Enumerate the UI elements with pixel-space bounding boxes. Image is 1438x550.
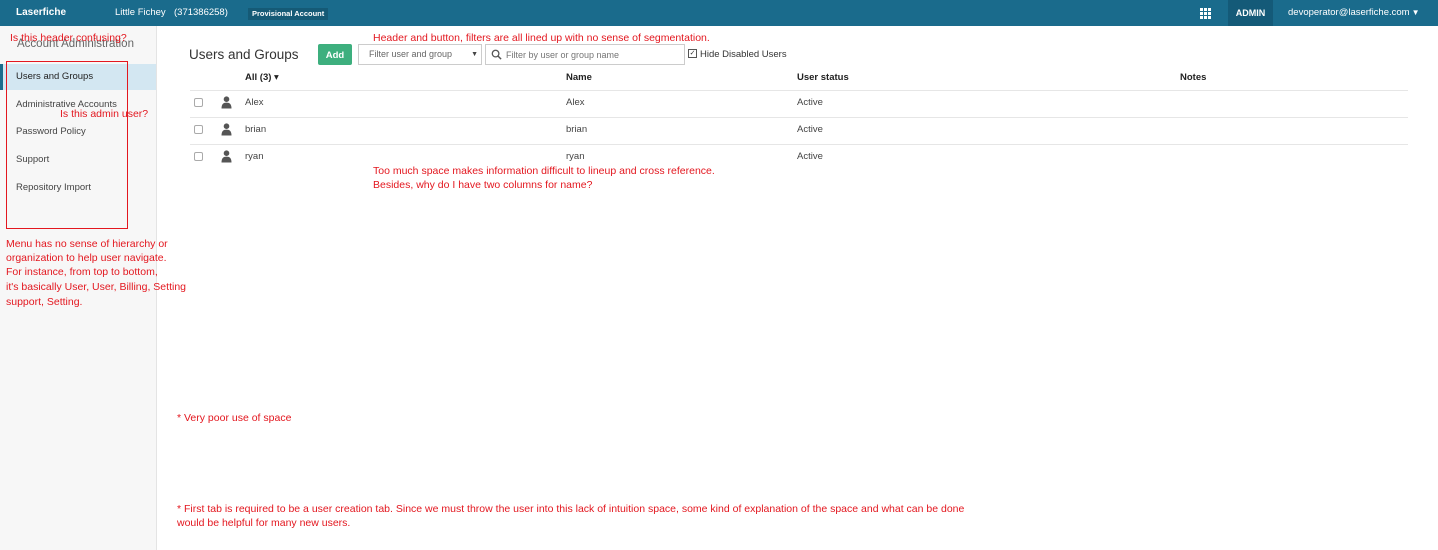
user-icon [221,150,232,163]
annotation-menu-line-3: For instance, from top to bottom, [6,266,158,278]
annotation-first-tab-line-1: * First tab is required to be a user cre… [177,503,965,515]
add-button[interactable]: Add [318,44,352,65]
row-status: Active [797,97,823,108]
row-name: brian [566,124,588,135]
app-launcher-grid-icon[interactable] [1200,8,1211,19]
user-icon [221,123,232,136]
annotation-menu-line-2: organization to help user navigate. [6,252,167,264]
select-arrow-icon: ▼ [471,51,478,58]
row-name: Alex [566,97,585,108]
row-checkbox[interactable] [194,125,203,134]
user-icon [221,96,232,109]
organization-name: Little Fichey [115,7,166,18]
annotation-poor-space: * Very poor use of space [177,412,292,424]
row-display-name[interactable]: brian [245,124,266,135]
user-account-menu[interactable]: devoperator@laserfiche.com ▼ [1288,7,1420,18]
table-row[interactable]: brian brian Active [190,117,1408,145]
annotation-space-line-2: Besides, why do I have two columns for n… [373,179,593,191]
chevron-down-icon: ▼ [1411,8,1420,17]
hide-disabled-label: Hide Disabled Users [700,49,787,60]
annotation-menu-line-4: it's basically User, User, Billing, Sett… [6,281,186,293]
annotation-first-tab-line-2: would be helpful for many new users. [177,517,351,529]
search-icon [491,49,502,60]
annotation-menu-line-1: Menu has no sense of hierarchy or [6,238,168,250]
brand-logo[interactable]: Laserfiche [16,7,66,18]
annotation-admin-user: Is this admin user? [60,108,149,120]
hide-disabled-users-toggle[interactable]: ✓ Hide Disabled Users [688,48,787,60]
column-header-all[interactable]: All (3) ▾ [245,72,279,83]
filter-select-value: Filter user and group [369,49,453,59]
column-header-notes[interactable]: Notes [1180,72,1206,83]
table-row[interactable]: Alex Alex Active [190,90,1408,118]
row-name: ryan [566,151,585,162]
filter-user-group-select[interactable]: Filter user and group ▼ [358,44,482,65]
top-navigation-bar: Laserfiche Little Fichey (371386258) Pro… [0,0,1438,26]
account-status-badge: Provisional Account [248,8,329,20]
page-title: Users and Groups [189,47,299,62]
user-email: devoperator@laserfiche.com [1288,7,1410,18]
admin-tab[interactable]: ADMIN [1228,0,1273,26]
organization-id: (371386258) [174,7,228,18]
column-header-name[interactable]: Name [566,72,592,83]
row-status: Active [797,151,823,162]
search-input[interactable] [506,47,681,62]
row-status: Active [797,124,823,135]
row-checkbox[interactable] [194,98,203,107]
annotation-segmentation: Header and button, filters are all lined… [373,32,710,44]
row-checkbox[interactable] [194,152,203,161]
column-header-user-status[interactable]: User status [797,72,849,83]
annotation-space-line-1: Too much space makes information difficu… [373,165,715,177]
row-display-name[interactable]: Alex [245,97,263,108]
row-display-name[interactable]: ryan [245,151,263,162]
annotation-header-confusing: Is this header confusing? [10,32,127,44]
search-field[interactable] [485,44,685,65]
annotation-menu-line-5: support, Setting. [6,296,83,308]
checkbox-checked-icon[interactable]: ✓ [688,48,697,58]
annotation-sidebar-highlight-box [6,61,128,229]
